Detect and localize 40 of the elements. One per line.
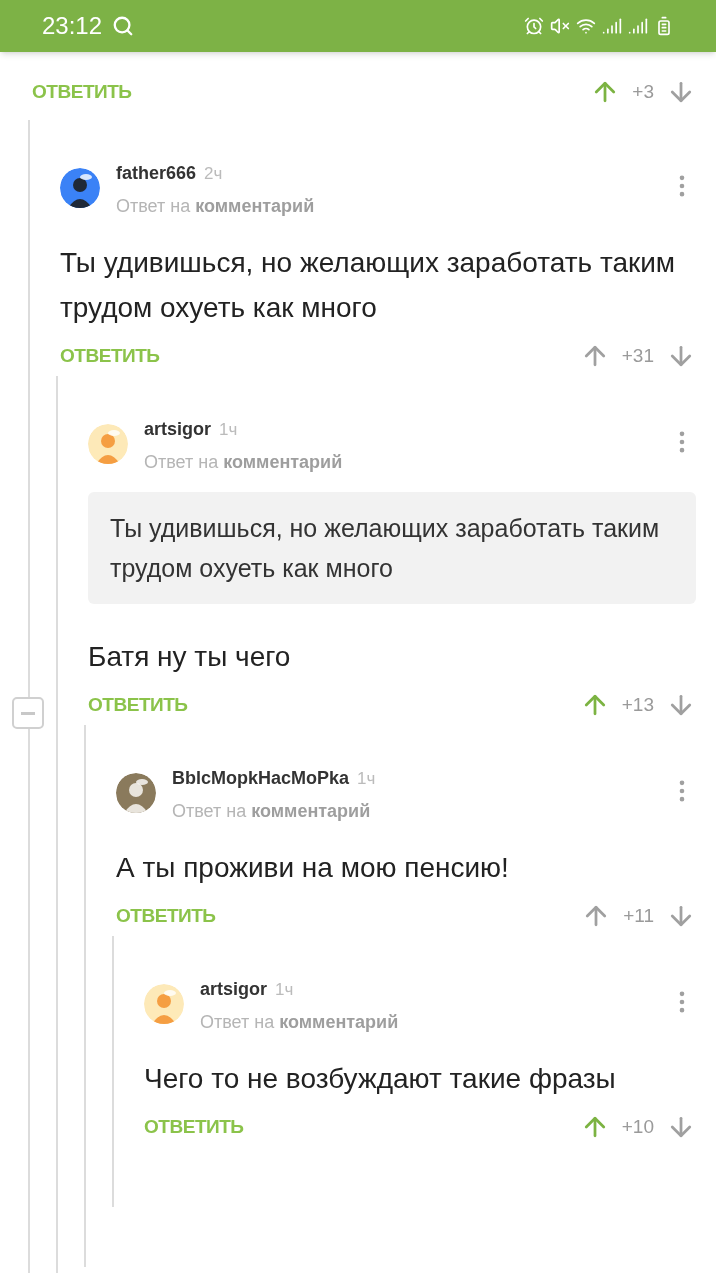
- reply-button[interactable]: ОТВЕТИТЬ: [144, 1112, 244, 1142]
- time: 1ч: [357, 768, 376, 790]
- comment-text: А ты проживи на мою пенсию!: [116, 851, 510, 885]
- parent-comment-link[interactable]: комментарий: [251, 798, 371, 825]
- parent-comment-link[interactable]: комментарий: [195, 193, 315, 220]
- reply-to-label: Ответ на: [200, 1011, 275, 1034]
- signal-icon: [602, 16, 622, 36]
- parent-comment-link[interactable]: комментарий: [279, 1009, 399, 1036]
- time: 1ч: [275, 979, 294, 1001]
- comment-text: Батя ну ты чего: [88, 640, 292, 674]
- score: +11: [623, 903, 654, 928]
- comment-text: Чего то не возбуждают такие фразы: [144, 1062, 617, 1096]
- comment-text: Ты удивишься, но желающих заработать таким трудом охуеть как много: [60, 246, 677, 325]
- score: +3: [632, 79, 654, 104]
- username[interactable]: father666: [116, 160, 197, 187]
- score: +10: [621, 1114, 654, 1139]
- username[interactable]: artsigor: [144, 416, 212, 443]
- reply-button[interactable]: ОТВЕТИТЬ: [60, 341, 160, 371]
- reply-to-label: Ответ на: [144, 451, 219, 474]
- reply-to-label: Ответ на: [116, 195, 191, 218]
- mute-icon: [550, 16, 570, 36]
- reply-button[interactable]: ОТВЕТИТЬ: [116, 901, 216, 931]
- clock: 23:12: [42, 11, 103, 41]
- collapse-button[interactable]: [12, 697, 44, 729]
- minus-icon: [21, 711, 35, 715]
- quoted-comment: Ты удивишься, но желающих заработать таким трудом охуеть как много: [88, 492, 696, 604]
- search-icon[interactable]: [112, 15, 135, 37]
- score: +13: [621, 692, 654, 717]
- time: 2ч: [204, 163, 223, 185]
- signal-icon: [628, 16, 648, 36]
- reply-to-label: Ответ на: [172, 800, 247, 823]
- alarm-icon: [524, 16, 544, 36]
- time: 1ч: [219, 419, 238, 441]
- reply-button[interactable]: ОТВЕТИТЬ: [32, 77, 132, 107]
- username[interactable]: artsigor: [200, 976, 268, 1003]
- wifi-icon: [576, 16, 596, 36]
- score: +31: [621, 343, 654, 368]
- reply-button[interactable]: ОТВЕТИТЬ: [88, 690, 188, 720]
- username[interactable]: BblcMopkHacMoPka: [172, 765, 350, 792]
- parent-comment-link[interactable]: комментарий: [223, 449, 343, 476]
